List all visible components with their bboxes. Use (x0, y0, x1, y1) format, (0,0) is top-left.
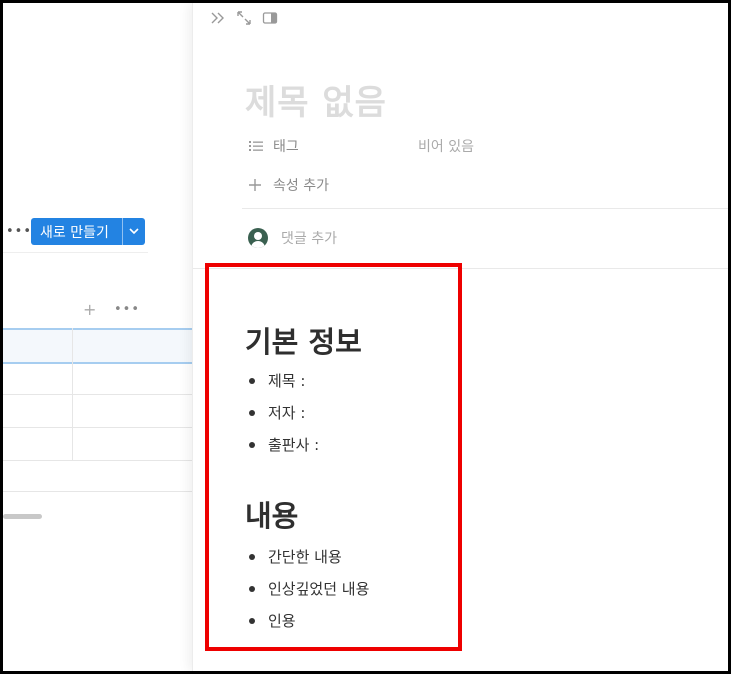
close-peek-icon[interactable] (210, 10, 226, 26)
property-tags[interactable]: 태그 (248, 136, 299, 156)
table-row[interactable] (3, 394, 195, 395)
expand-icon[interactable] (236, 10, 252, 26)
property-value[interactable]: 비어 있음 (418, 136, 474, 156)
new-button[interactable]: 새로 만들기 (31, 218, 145, 245)
table-row[interactable] (3, 491, 195, 492)
highlight-annotation-box (205, 263, 462, 651)
list-icon (248, 138, 264, 154)
app-window: ••• 새로 만들기 + ••• 제목 없음 태그 비어 있음 속성 추가 댓글… (3, 3, 728, 671)
column-more-icon[interactable]: ••• (114, 302, 140, 317)
new-button-label: 새로 만들기 (40, 224, 109, 241)
property-name: 태그 (273, 139, 299, 155)
more-options-icon[interactable]: ••• (6, 224, 32, 239)
chevron-down-icon[interactable] (121, 218, 145, 245)
divider (242, 208, 728, 209)
divider (3, 252, 148, 253)
plus-icon (248, 177, 264, 193)
peek-toolbar (210, 10, 278, 26)
database-view: ••• 새로 만들기 + ••• (3, 3, 195, 671)
comment-placeholder: 댓글 추가 (281, 231, 337, 247)
side-peek-mode-icon[interactable] (262, 10, 278, 26)
horizontal-scrollbar[interactable] (3, 514, 42, 519)
add-column-icon[interactable]: + (83, 300, 96, 319)
table-header (3, 328, 195, 364)
add-property-label: 속성 추가 (273, 178, 329, 194)
page-title[interactable]: 제목 없음 (245, 75, 387, 124)
table-row[interactable] (3, 427, 195, 428)
avatar (248, 228, 268, 248)
table-row[interactable] (3, 460, 195, 461)
add-property-button[interactable]: 속성 추가 (248, 175, 329, 195)
comment-input[interactable]: 댓글 추가 (248, 228, 337, 248)
